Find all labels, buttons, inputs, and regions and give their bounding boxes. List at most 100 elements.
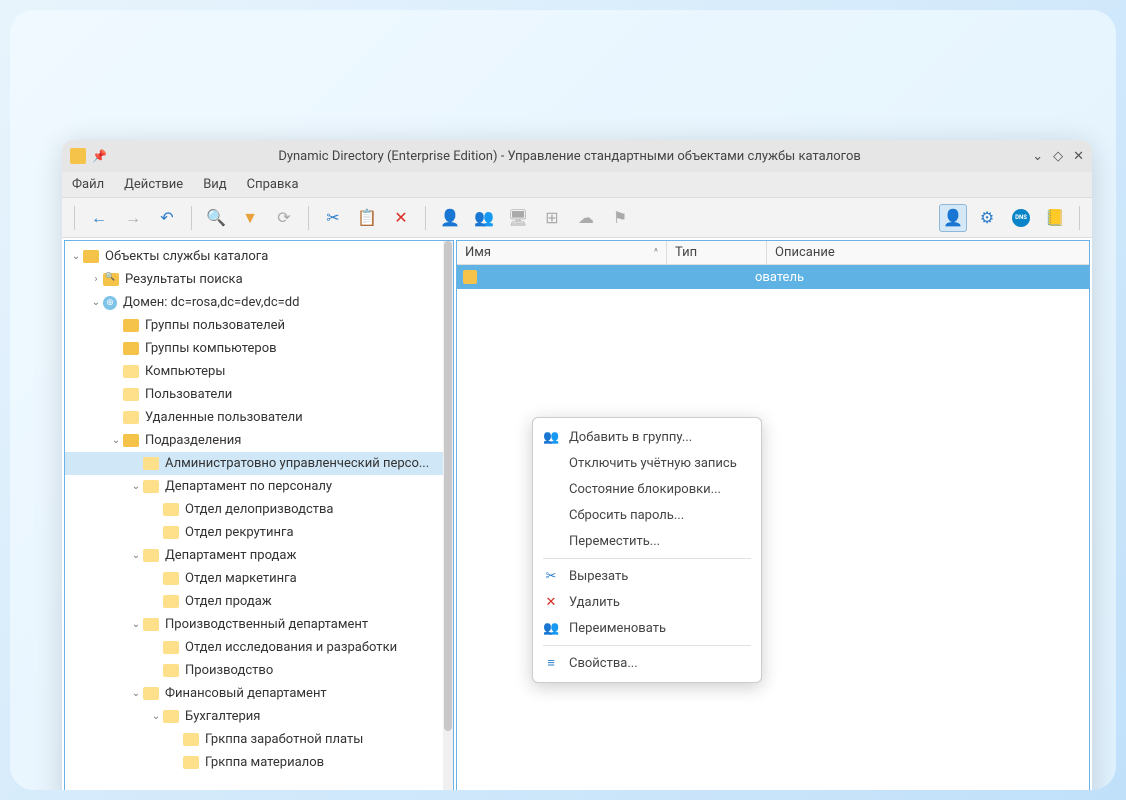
folder-icon — [143, 618, 159, 631]
minimize-button[interactable]: ⌄ — [1032, 149, 1043, 164]
dns-icon[interactable]: DNS — [1007, 204, 1035, 232]
toolbar-separator — [191, 206, 192, 230]
folder-icon — [143, 480, 159, 493]
tree-dept-prod[interactable]: ⌄ Производственный департамент — [65, 613, 453, 636]
col-type[interactable]: Тип — [667, 241, 767, 264]
folder-icon — [123, 319, 139, 332]
tree-computers[interactable]: Компьютеры — [65, 360, 453, 383]
caret-icon[interactable]: ⌄ — [149, 711, 163, 722]
ctx-delete[interactable]: ✕ Удалить — [533, 589, 761, 615]
folder-icon — [143, 549, 159, 562]
new-user-icon[interactable]: 👤 — [436, 204, 464, 232]
tree-search-results[interactable]: › Результаты поиска — [65, 268, 453, 291]
caret-icon[interactable]: ⌄ — [89, 297, 103, 308]
delete-icon: ✕ — [543, 595, 559, 610]
search-icon[interactable]: 🔍 — [202, 204, 230, 232]
user-icon — [463, 270, 477, 284]
tree-root[interactable]: ⌄ Объекты службы каталога — [65, 245, 453, 268]
caret-icon[interactable]: ⌄ — [129, 688, 143, 699]
col-desc[interactable]: Описание — [767, 241, 1089, 264]
context-menu: 👥 Добавить в группу... Отключить учётную… — [532, 417, 762, 683]
list-row-selected[interactable]: ователь — [457, 265, 1089, 289]
back-button[interactable]: ← — [85, 204, 113, 232]
ctx-lock-state[interactable]: Состояние блокировки... — [533, 476, 761, 502]
ctx-rename[interactable]: 👥 Переименовать — [533, 615, 761, 641]
tree-panel[interactable]: ⌄ Объекты службы каталога › Результаты п… — [64, 240, 454, 790]
tree-dept-acc[interactable]: ⌄ Бухгалтерия — [65, 705, 453, 728]
pin-icon[interactable]: 📌 — [92, 149, 107, 163]
cut-icon: ✂ — [543, 569, 559, 584]
caret-icon[interactable]: ⌄ — [109, 435, 123, 446]
domain-icon: ⊕ — [103, 296, 117, 310]
tree-ous[interactable]: ⌄ Подразделения — [65, 429, 453, 452]
menu-help[interactable]: Справка — [247, 177, 299, 192]
ctx-add-to-group[interactable]: 👥 Добавить в группу... — [533, 424, 761, 450]
toolbar: ← → ↶ 🔍 ▼ ⟳ ✂ 📋 ✕ 👤 👥 🖥 ⊞ ☁ ⚑ 👤 ⚙ DNS 📒 — [62, 198, 1092, 238]
menu-separator — [543, 558, 751, 559]
app-icon — [70, 148, 86, 164]
folder-icon — [163, 595, 179, 608]
new-ou-icon[interactable]: ☁ — [572, 204, 600, 232]
tree-dept-sales2[interactable]: Отдел продаж — [65, 590, 453, 613]
new-group-icon[interactable]: 👥 — [470, 204, 498, 232]
maximize-button[interactable]: ◇ — [1053, 149, 1063, 164]
refresh-icon[interactable]: ⟳ — [270, 204, 298, 232]
folder-icon — [163, 526, 179, 539]
tree-users[interactable]: Пользователи — [65, 383, 453, 406]
tree-scrollbar[interactable] — [443, 241, 453, 790]
folder-icon — [163, 641, 179, 654]
caret-icon[interactable]: ⌄ — [129, 619, 143, 630]
caret-icon[interactable]: › — [89, 274, 103, 285]
scrollbar-thumb[interactable] — [444, 241, 452, 731]
ctx-cut[interactable]: ✂ Вырезать — [533, 563, 761, 589]
tree-dept-recruit[interactable]: Отдел рекрутинга — [65, 521, 453, 544]
tree-user-groups[interactable]: Группы пользователей — [65, 314, 453, 337]
menubar: Файл Действие Вид Справка — [62, 172, 1092, 198]
toolbar-separator — [1079, 206, 1080, 230]
tree-dept-hr[interactable]: ⌄ Департамент по персоналу — [65, 475, 453, 498]
ctx-properties[interactable]: ≡ Свойства... — [533, 650, 761, 676]
undo-button[interactable]: ↶ — [153, 204, 181, 232]
folder-icon — [163, 503, 179, 516]
cut-icon[interactable]: ✂ — [319, 204, 347, 232]
tree-deleted-users[interactable]: Удаленные пользователи — [65, 406, 453, 429]
directory-view-icon[interactable]: 👤 — [939, 204, 967, 232]
delete-icon[interactable]: ✕ — [387, 204, 415, 232]
ctx-move[interactable]: Переместить... — [533, 528, 761, 554]
tree-dept-payroll[interactable]: Гркппа заработной платы — [65, 728, 453, 751]
folder-icon — [123, 342, 139, 355]
folder-icon — [123, 388, 139, 401]
tree-dept-sales[interactable]: ⌄ Департамент продаж — [65, 544, 453, 567]
filter-icon[interactable]: ▼ — [236, 204, 264, 232]
tree-dept-fin[interactable]: ⌄ Финансовый департамент — [65, 682, 453, 705]
caret-icon[interactable]: ⌄ — [129, 550, 143, 561]
caret-icon[interactable]: ⌄ — [129, 481, 143, 492]
flag-icon[interactable]: ⚑ — [606, 204, 634, 232]
tree-dept-rnd[interactable]: Отдел исследования и разработки — [65, 636, 453, 659]
folder-icon — [183, 756, 199, 769]
ctx-reset-password[interactable]: Сбросить пароль... — [533, 502, 761, 528]
tree-dept-materials[interactable]: Гркппа материалов — [65, 751, 453, 774]
tree-dept-manuf[interactable]: Производство — [65, 659, 453, 682]
policy-icon[interactable]: 📒 — [1041, 204, 1069, 232]
menu-file[interactable]: Файл — [72, 177, 104, 192]
caret-icon[interactable]: ⌄ — [69, 251, 83, 262]
close-button[interactable]: ✕ — [1073, 149, 1084, 164]
tree-dept-records[interactable]: Отдел делопризводства — [65, 498, 453, 521]
toolbar-separator — [425, 206, 426, 230]
paste-icon[interactable]: 📋 — [353, 204, 381, 232]
ctx-disable-account[interactable]: Отключить учётную запись — [533, 450, 761, 476]
tree-comp-groups[interactable]: Группы компьютеров — [65, 337, 453, 360]
page-background: 📌 Dynamic Directory (Enterprise Edition)… — [10, 10, 1116, 790]
sites-icon[interactable]: ⚙ — [973, 204, 1001, 232]
forward-button[interactable]: → — [119, 204, 147, 232]
grid-icon[interactable]: ⊞ — [538, 204, 566, 232]
col-name[interactable]: Имя ^ — [457, 241, 667, 264]
menu-view[interactable]: Вид — [203, 177, 226, 192]
tree-ou-admin[interactable]: Алминистратовно управленческий персо... — [65, 452, 453, 475]
menu-action[interactable]: Действие — [124, 177, 183, 192]
properties-icon: ≡ — [543, 655, 559, 671]
tree-dept-marketing[interactable]: Отдел маркетинга — [65, 567, 453, 590]
new-computer-icon[interactable]: 🖥 — [504, 204, 532, 232]
tree-domain[interactable]: ⌄ ⊕ Домен: dc=rosa,dc=dev,dc=dd — [65, 291, 453, 314]
